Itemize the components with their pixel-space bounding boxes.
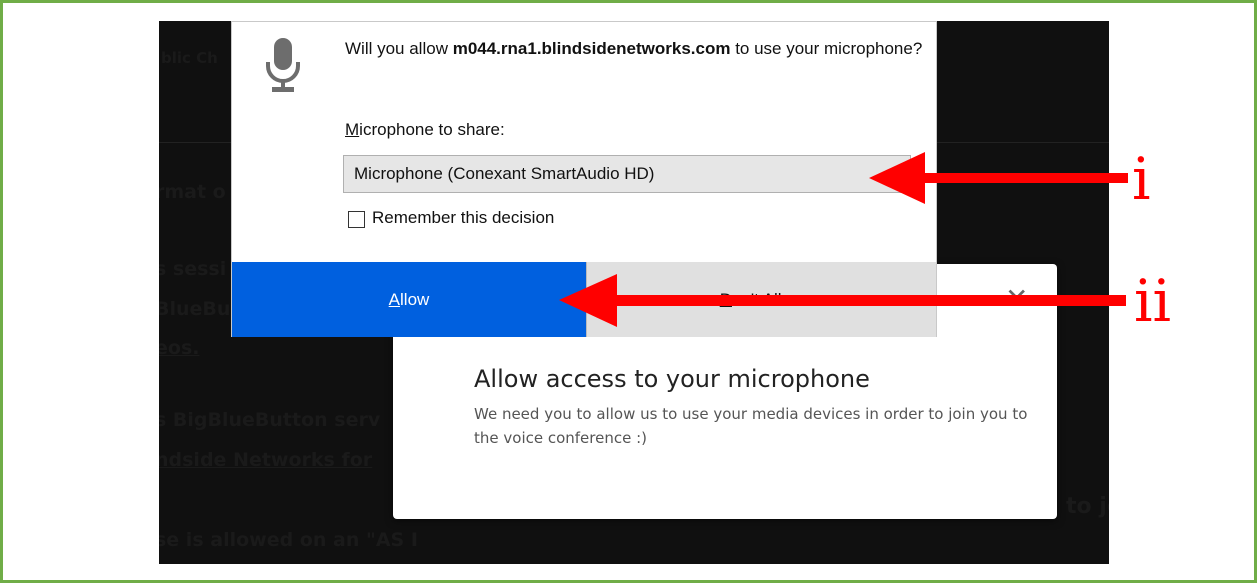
annotation-marker-ii: ii bbox=[1134, 267, 1172, 335]
bg-text-fragment: BlueBu bbox=[159, 298, 231, 320]
bg-link-fragment[interactable]: ndside Networks for bbox=[159, 449, 372, 471]
modal-title: Allow access to your microphone bbox=[474, 365, 870, 393]
permission-question: Will you allow m044.rna1.blindsidenetwor… bbox=[345, 34, 925, 63]
bg-text-fragment: s BigBlueButton serv bbox=[159, 409, 381, 431]
allow-label: Allow bbox=[388, 290, 430, 309]
remember-label[interactable]: Remember this decision bbox=[372, 208, 554, 228]
allow-button[interactable]: Allow bbox=[232, 262, 586, 337]
bg-text-fragment: se is allowed on an "AS I bbox=[159, 529, 418, 551]
dont-allow-button[interactable]: Don't Allow bbox=[586, 262, 936, 337]
bg-text-fragment: blic Ch bbox=[161, 49, 218, 67]
remember-checkbox[interactable] bbox=[348, 211, 365, 228]
microphone-select[interactable]: Microphone (Conexant SmartAudio HD) bbox=[343, 155, 911, 193]
bg-link-fragment[interactable]: eos. bbox=[159, 337, 199, 359]
dont-allow-label: Don't Allow bbox=[719, 290, 804, 309]
bg-text-fragment: s sessi bbox=[159, 258, 227, 280]
question-suffix: to use your microphone? bbox=[730, 39, 923, 58]
bg-text-fragment: rmat o bbox=[159, 181, 226, 203]
microphone-icon bbox=[266, 38, 300, 92]
bg-text-fragment: to jo bbox=[1066, 494, 1109, 519]
accesskey-letter: M bbox=[345, 120, 360, 139]
site-host: m044.rna1.blindsidenetworks.com bbox=[452, 39, 731, 58]
question-prefix: Will you allow bbox=[345, 39, 453, 58]
share-label-text: icrophone to share: bbox=[359, 120, 505, 139]
close-icon[interactable]: ✕ bbox=[1005, 282, 1028, 315]
microphone-share-label: Microphone to share: bbox=[345, 120, 505, 140]
annotation-marker-i: i bbox=[1132, 145, 1151, 213]
microphone-permission-prompt: Will you allow m044.rna1.blindsidenetwor… bbox=[231, 21, 937, 337]
modal-description: We need you to allow us to use your medi… bbox=[474, 405, 1028, 447]
